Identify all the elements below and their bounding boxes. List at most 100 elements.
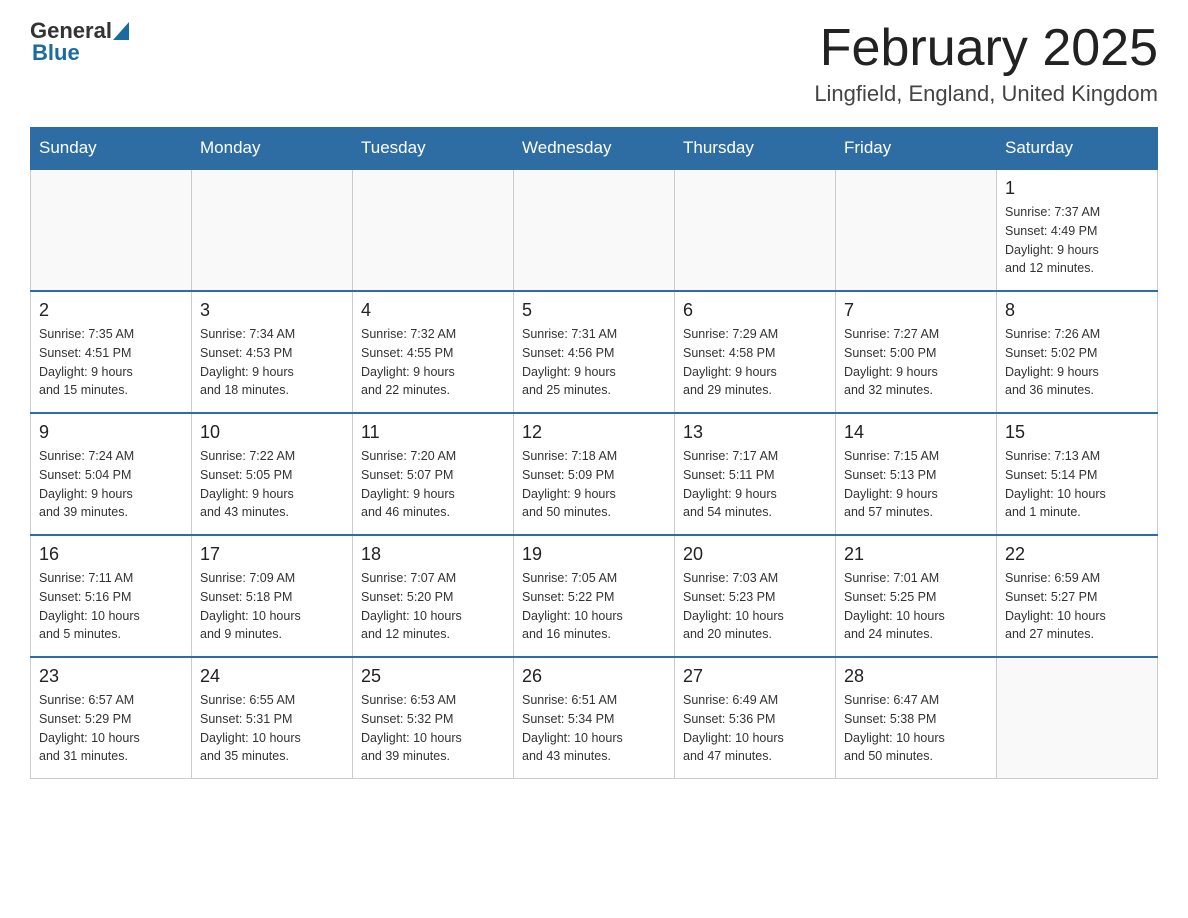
calendar-week-row: 1 Sunrise: 7:37 AMSunset: 4:49 PMDaylight… <box>31 169 1158 291</box>
day-number: 15 <box>1005 422 1149 443</box>
day-number: 18 <box>361 544 505 565</box>
calendar-header: SundayMondayTuesdayWednesdayThursdayFrid… <box>31 128 1158 170</box>
day-info: Sunrise: 6:47 AMSunset: 5:38 PMDaylight:… <box>844 691 988 766</box>
day-number: 19 <box>522 544 666 565</box>
day-info: Sunrise: 7:11 AMSunset: 5:16 PMDaylight:… <box>39 569 183 644</box>
day-number: 14 <box>844 422 988 443</box>
calendar-cell: 11Sunrise: 7:20 AMSunset: 5:07 PMDayligh… <box>353 413 514 535</box>
day-info: Sunrise: 7:37 AMSunset: 4:49 PMDaylight:… <box>1005 203 1149 278</box>
calendar-week-row: 2 Sunrise: 7:35 AMSunset: 4:51 PMDaylight… <box>31 291 1158 413</box>
day-info: Sunrise: 7:29 AMSunset: 4:58 PMDaylight:… <box>683 325 827 400</box>
day-info: Sunrise: 7:18 AMSunset: 5:09 PMDaylight:… <box>522 447 666 522</box>
title-block: February 2025 Lingfield, England, United… <box>814 20 1158 107</box>
logo-triangle-icon <box>113 22 129 40</box>
weekday-header-friday: Friday <box>836 128 997 170</box>
day-number: 24 <box>200 666 344 687</box>
calendar-cell: 7Sunrise: 7:27 AMSunset: 5:00 PMDaylight… <box>836 291 997 413</box>
day-info: Sunrise: 7:09 AMSunset: 5:18 PMDaylight:… <box>200 569 344 644</box>
calendar-body: 1 Sunrise: 7:37 AMSunset: 4:49 PMDaylight… <box>31 169 1158 779</box>
month-title: February 2025 <box>814 20 1158 77</box>
day-info: Sunrise: 7:03 AMSunset: 5:23 PMDaylight:… <box>683 569 827 644</box>
day-number: 13 <box>683 422 827 443</box>
calendar-cell: 2 Sunrise: 7:35 AMSunset: 4:51 PMDaylight… <box>31 291 192 413</box>
calendar-cell: 28 Sunrise: 6:47 AMSunset: 5:38 PMDayligh… <box>836 657 997 779</box>
calendar-cell: 25 Sunrise: 6:53 AMSunset: 5:32 PMDayligh… <box>353 657 514 779</box>
calendar-table: SundayMondayTuesdayWednesdayThursdayFrid… <box>30 127 1158 779</box>
calendar-cell: 3 Sunrise: 7:34 AMSunset: 4:53 PMDaylight… <box>192 291 353 413</box>
day-info: Sunrise: 7:05 AMSunset: 5:22 PMDaylight:… <box>522 569 666 644</box>
day-number: 8 <box>1005 300 1149 321</box>
calendar-cell: 19 Sunrise: 7:05 AMSunset: 5:22 PMDayligh… <box>514 535 675 657</box>
calendar-cell: 13 Sunrise: 7:17 AMSunset: 5:11 PMDayligh… <box>675 413 836 535</box>
calendar-cell: 15Sunrise: 7:13 AMSunset: 5:14 PMDayligh… <box>997 413 1158 535</box>
day-number: 28 <box>844 666 988 687</box>
calendar-week-row: 9 Sunrise: 7:24 AMSunset: 5:04 PMDaylight… <box>31 413 1158 535</box>
day-number: 23 <box>39 666 183 687</box>
calendar-cell: 27 Sunrise: 6:49 AMSunset: 5:36 PMDayligh… <box>675 657 836 779</box>
day-info: Sunrise: 7:26 AMSunset: 5:02 PMDaylight:… <box>1005 325 1149 400</box>
calendar-week-row: 23 Sunrise: 6:57 AMSunset: 5:29 PMDayligh… <box>31 657 1158 779</box>
day-number: 2 <box>39 300 183 321</box>
day-info: Sunrise: 7:22 AMSunset: 5:05 PMDaylight:… <box>200 447 344 522</box>
calendar-cell <box>997 657 1158 779</box>
day-number: 6 <box>683 300 827 321</box>
day-number: 1 <box>1005 178 1149 199</box>
day-info: Sunrise: 7:07 AMSunset: 5:20 PMDaylight:… <box>361 569 505 644</box>
calendar-cell <box>675 169 836 291</box>
day-number: 25 <box>361 666 505 687</box>
calendar-cell <box>31 169 192 291</box>
weekday-header-row: SundayMondayTuesdayWednesdayThursdayFrid… <box>31 128 1158 170</box>
logo-general: General <box>30 20 129 42</box>
day-info: Sunrise: 7:17 AMSunset: 5:11 PMDaylight:… <box>683 447 827 522</box>
day-number: 27 <box>683 666 827 687</box>
day-info: Sunrise: 7:24 AMSunset: 5:04 PMDaylight:… <box>39 447 183 522</box>
page-header: General Blue February 2025 Lingfield, En… <box>30 20 1158 107</box>
weekday-header-wednesday: Wednesday <box>514 128 675 170</box>
weekday-header-monday: Monday <box>192 128 353 170</box>
calendar-cell: 10 Sunrise: 7:22 AMSunset: 5:05 PMDayligh… <box>192 413 353 535</box>
calendar-cell: 9 Sunrise: 7:24 AMSunset: 5:04 PMDaylight… <box>31 413 192 535</box>
day-number: 7 <box>844 300 988 321</box>
day-info: Sunrise: 6:57 AMSunset: 5:29 PMDaylight:… <box>39 691 183 766</box>
day-number: 11 <box>361 422 505 443</box>
day-number: 10 <box>200 422 344 443</box>
calendar-cell: 5Sunrise: 7:31 AMSunset: 4:56 PMDaylight… <box>514 291 675 413</box>
day-number: 4 <box>361 300 505 321</box>
day-info: Sunrise: 7:34 AMSunset: 4:53 PMDaylight:… <box>200 325 344 400</box>
day-info: Sunrise: 6:59 AMSunset: 5:27 PMDaylight:… <box>1005 569 1149 644</box>
day-number: 12 <box>522 422 666 443</box>
day-info: Sunrise: 6:51 AMSunset: 5:34 PMDaylight:… <box>522 691 666 766</box>
day-info: Sunrise: 7:01 AMSunset: 5:25 PMDaylight:… <box>844 569 988 644</box>
day-info: Sunrise: 7:35 AMSunset: 4:51 PMDaylight:… <box>39 325 183 400</box>
day-info: Sunrise: 7:15 AMSunset: 5:13 PMDaylight:… <box>844 447 988 522</box>
calendar-cell: 17 Sunrise: 7:09 AMSunset: 5:18 PMDayligh… <box>192 535 353 657</box>
weekday-header-saturday: Saturday <box>997 128 1158 170</box>
day-number: 16 <box>39 544 183 565</box>
calendar-cell <box>836 169 997 291</box>
calendar-cell: 16 Sunrise: 7:11 AMSunset: 5:16 PMDayligh… <box>31 535 192 657</box>
weekday-header-sunday: Sunday <box>31 128 192 170</box>
day-info: Sunrise: 7:32 AMSunset: 4:55 PMDaylight:… <box>361 325 505 400</box>
day-number: 9 <box>39 422 183 443</box>
weekday-header-tuesday: Tuesday <box>353 128 514 170</box>
logo-blue: Blue <box>30 42 129 64</box>
day-number: 3 <box>200 300 344 321</box>
calendar-cell: 6 Sunrise: 7:29 AMSunset: 4:58 PMDaylight… <box>675 291 836 413</box>
day-info: Sunrise: 6:53 AMSunset: 5:32 PMDaylight:… <box>361 691 505 766</box>
calendar-cell: 26 Sunrise: 6:51 AMSunset: 5:34 PMDayligh… <box>514 657 675 779</box>
day-info: Sunrise: 6:49 AMSunset: 5:36 PMDaylight:… <box>683 691 827 766</box>
day-number: 20 <box>683 544 827 565</box>
day-number: 5 <box>522 300 666 321</box>
calendar-cell: 1 Sunrise: 7:37 AMSunset: 4:49 PMDaylight… <box>997 169 1158 291</box>
calendar-cell: 22Sunrise: 6:59 AMSunset: 5:27 PMDayligh… <box>997 535 1158 657</box>
calendar-cell: 20 Sunrise: 7:03 AMSunset: 5:23 PMDayligh… <box>675 535 836 657</box>
calendar-cell: 8 Sunrise: 7:26 AMSunset: 5:02 PMDaylight… <box>997 291 1158 413</box>
calendar-cell: 18 Sunrise: 7:07 AMSunset: 5:20 PMDayligh… <box>353 535 514 657</box>
day-number: 17 <box>200 544 344 565</box>
calendar-cell: 12 Sunrise: 7:18 AMSunset: 5:09 PMDayligh… <box>514 413 675 535</box>
day-number: 26 <box>522 666 666 687</box>
calendar-cell: 14 Sunrise: 7:15 AMSunset: 5:13 PMDayligh… <box>836 413 997 535</box>
calendar-cell: 21Sunrise: 7:01 AMSunset: 5:25 PMDayligh… <box>836 535 997 657</box>
calendar-cell: 24Sunrise: 6:55 AMSunset: 5:31 PMDayligh… <box>192 657 353 779</box>
weekday-header-thursday: Thursday <box>675 128 836 170</box>
